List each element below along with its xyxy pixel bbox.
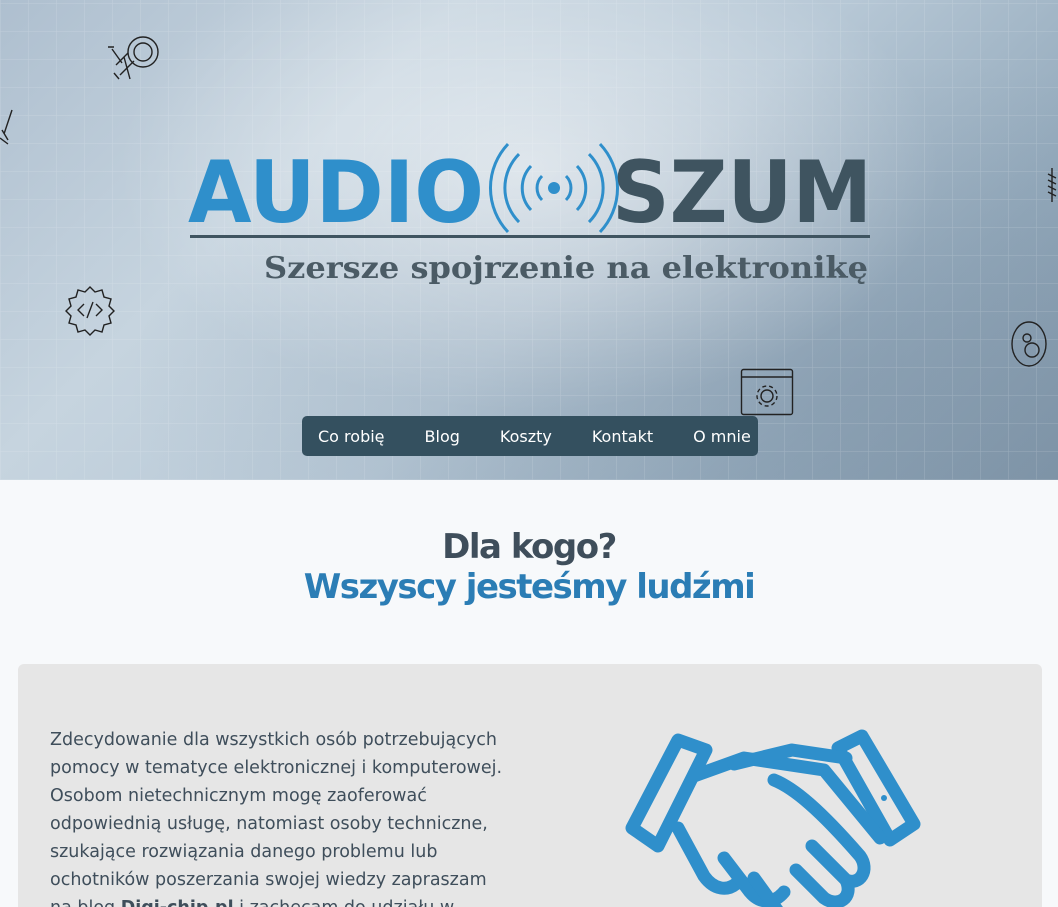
logo-word-left: AUDIO (188, 143, 484, 243)
card-text-before-link: Zdecydowanie dla wszystkich osób potrzeb… (50, 730, 503, 907)
logo-underline (190, 235, 870, 238)
nav-item-blog[interactable]: Blog (401, 427, 480, 446)
guitar-icon (0, 109, 13, 145)
settings-window-icon (740, 368, 794, 416)
logo-word-right: SZUM (612, 143, 872, 243)
info-card: Zdecydowanie dla wszystkich osób potrzeb… (18, 664, 1042, 907)
card-description: Zdecydowanie dla wszystkich osób potrzeb… (50, 726, 510, 907)
nav-item-kontakt[interactable]: Kontakt (572, 427, 673, 446)
logo-tagline: Szersze spojrzenie na elektronikę (264, 251, 868, 286)
main-navigation: Co robię Blog Koszty Kontakt O mnie (302, 416, 758, 456)
nav-item-co-robie[interactable]: Co robię (302, 427, 401, 446)
nav-item-koszty[interactable]: Koszty (480, 427, 572, 446)
handshake-icon (625, 729, 921, 907)
digi-chip-link[interactable]: Digi-chip.pl (121, 898, 234, 907)
hero-banner: AUDIO SZUM Szersze spojrzenie na elektro… (0, 0, 1058, 480)
nav-item-o-mnie[interactable]: O mnie (673, 427, 767, 446)
section-title: Dla kogo? (442, 527, 617, 567)
broadcast-signal-icon (489, 142, 619, 234)
audioszum-logo: AUDIO SZUM Szersze spojrzenie na elektro… (188, 142, 872, 286)
code-gear-icon (65, 286, 115, 336)
pendant-icon (1011, 321, 1047, 367)
screw-icon (1047, 168, 1057, 202)
section-subtitle: Wszyscy jesteśmy ludźmi (303, 567, 756, 607)
satellite-dish-icon (108, 36, 159, 80)
